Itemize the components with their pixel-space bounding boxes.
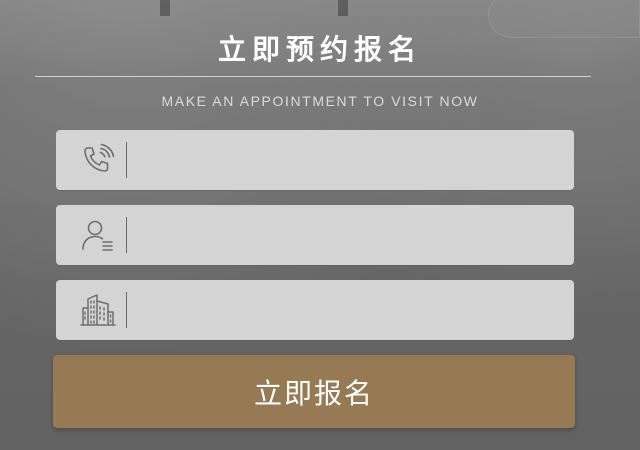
submit-button[interactable]: 立即报名	[53, 355, 575, 428]
name-input[interactable]	[136, 215, 560, 257]
field-separator	[126, 292, 127, 328]
background-furniture-leg	[160, 0, 170, 16]
building-icon	[78, 292, 118, 328]
field-separator	[126, 142, 127, 178]
background-furniture-leg	[338, 0, 348, 16]
phone-field[interactable]	[56, 130, 574, 190]
phone-icon	[78, 142, 118, 178]
page-subtitle: MAKE AN APPOINTMENT TO VISIT NOW	[161, 93, 479, 109]
phone-input[interactable]	[136, 140, 560, 182]
community-input[interactable]	[136, 290, 560, 332]
community-field[interactable]	[56, 280, 574, 340]
field-separator	[126, 217, 127, 253]
page-title: 立即预约报名	[217, 33, 422, 66]
name-field[interactable]	[56, 205, 574, 265]
title-divider	[35, 76, 591, 77]
user-icon	[78, 217, 118, 253]
